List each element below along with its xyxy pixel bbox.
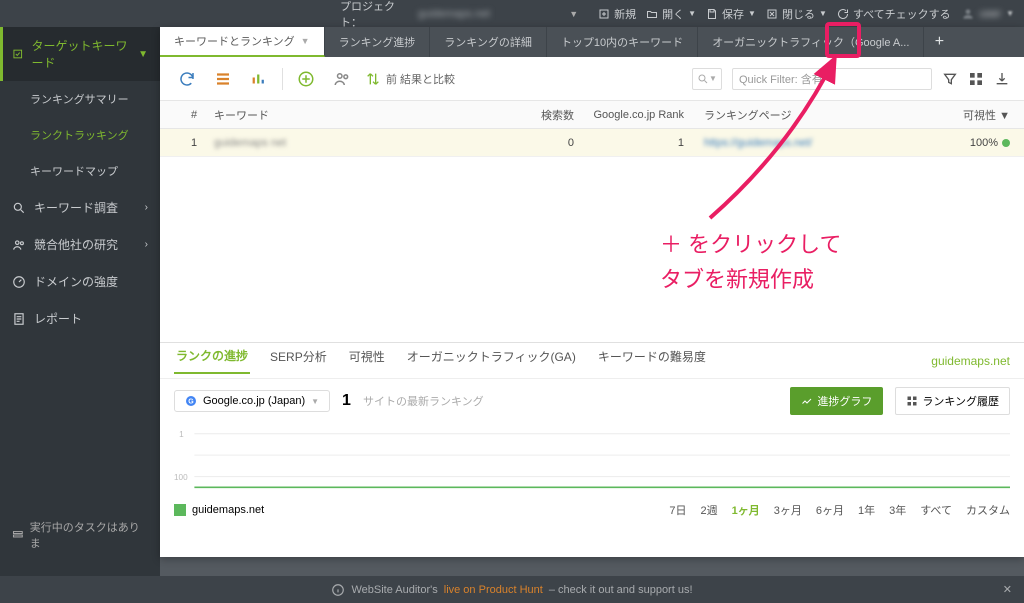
col-page[interactable]: ランキングページ bbox=[684, 107, 930, 123]
grid-icon[interactable] bbox=[968, 71, 984, 87]
project-label: プロジェクト： bbox=[340, 0, 408, 30]
promo-bar: WebSite Auditor's live on Product Hunt –… bbox=[0, 576, 1024, 603]
sidebar-keyword-research[interactable]: キーワード調査› bbox=[0, 189, 160, 226]
bottom-tabs: ランクの進捗 SERP分析 可視性 オーガニックトラフィック(GA) キーワード… bbox=[160, 343, 1024, 379]
btab-domain: guidemaps.net bbox=[931, 354, 1010, 368]
chart-button[interactable]: 進捗グラフ bbox=[790, 387, 883, 415]
btab-diff[interactable]: キーワードの難易度 bbox=[596, 348, 708, 373]
period-3m[interactable]: 3ヶ月 bbox=[774, 502, 802, 518]
gauge-icon bbox=[12, 275, 26, 289]
period-3y[interactable]: 3年 bbox=[889, 502, 906, 518]
people-icon bbox=[12, 238, 26, 252]
table-header: # キーワード 検索数 Google.co.jp Rank ランキングページ 可… bbox=[160, 101, 1024, 129]
search-icon bbox=[12, 201, 26, 215]
toolbar-row: 前 結果と比較 ▼ Quick Filter: 含有 bbox=[160, 57, 1024, 101]
svg-text:100: 100 bbox=[174, 472, 188, 482]
promo-close[interactable]: ✕ bbox=[1003, 583, 1012, 596]
open-button[interactable]: 開く▼ bbox=[646, 6, 696, 22]
project-select[interactable]: guidemaps.net bbox=[418, 6, 559, 22]
main-panel: キーワードとランキング▼ ランキング進捗 ランキングの詳細 トップ10内のキーワ… bbox=[160, 27, 1024, 557]
btab-serp[interactable]: SERP分析 bbox=[268, 348, 329, 373]
period-selector: 7日 2週 1ヶ月 3ヶ月 6ヶ月 1年 3年 すべて カスタム bbox=[669, 502, 1010, 518]
chart-area: 1 100 bbox=[174, 423, 1010, 498]
target-icon bbox=[12, 47, 24, 61]
info-icon bbox=[331, 583, 345, 597]
period-7d[interactable]: 7日 bbox=[669, 502, 686, 518]
download-icon[interactable] bbox=[994, 71, 1010, 87]
period-all[interactable]: すべて bbox=[920, 502, 952, 518]
legend-label: guidemaps.net bbox=[192, 504, 264, 516]
user-menu[interactable]: user▼ bbox=[961, 7, 1014, 21]
quick-filter-input[interactable]: Quick Filter: 含有 bbox=[732, 68, 932, 90]
tab-add-button[interactable]: + bbox=[924, 27, 954, 57]
period-1m[interactable]: 1ヶ月 bbox=[732, 502, 760, 518]
engine-select[interactable]: G Google.co.jp (Japan)▼ bbox=[174, 390, 330, 412]
top-toolbar: プロジェクト： guidemaps.net ▼ 新規 開く▼ 保存▼ 閉じる▼ … bbox=[0, 0, 1024, 27]
tab-ranking-detail[interactable]: ランキングの詳細 bbox=[430, 27, 547, 57]
search-button[interactable]: ▼ bbox=[692, 68, 722, 90]
history-button[interactable]: ランキング履歴 bbox=[895, 387, 1010, 415]
check-all-button[interactable]: すべてチェックする bbox=[837, 6, 951, 22]
filter-icon[interactable] bbox=[942, 71, 958, 87]
tab-organic-traffic[interactable]: オーガニックトラフィック（Google A... bbox=[698, 27, 924, 57]
rank-number: 1 bbox=[342, 392, 351, 410]
annotation-text: ＋ をクリックして タブを新規作成 bbox=[660, 227, 841, 297]
col-search[interactable]: 検索数 bbox=[484, 107, 574, 123]
col-num: # bbox=[174, 109, 214, 121]
compare-button[interactable]: 前 結果と比較 bbox=[365, 71, 455, 87]
refresh-button[interactable] bbox=[174, 66, 200, 92]
tasks-icon bbox=[12, 529, 24, 541]
close-button[interactable]: 閉じる▼ bbox=[766, 6, 827, 22]
sidebar: ターゲットキーワード▼ ランキングサマリー ランクトラッキング キーワードマップ… bbox=[0, 27, 160, 603]
legend-swatch bbox=[174, 504, 186, 516]
period-6m[interactable]: 6ヶ月 bbox=[816, 502, 844, 518]
svg-text:G: G bbox=[188, 399, 194, 406]
sidebar-tasks: 実行中のタスクはありま bbox=[0, 509, 160, 561]
period-2w[interactable]: 2週 bbox=[700, 502, 717, 518]
new-button[interactable]: 新規 bbox=[598, 6, 636, 22]
btab-vis[interactable]: 可視性 bbox=[347, 348, 387, 373]
col-keyword[interactable]: キーワード bbox=[214, 107, 484, 123]
promo-link[interactable]: live on Product Hunt bbox=[444, 584, 543, 596]
rank-label: サイトの最新ランキング bbox=[363, 393, 484, 409]
sidebar-report[interactable]: レポート bbox=[0, 300, 160, 337]
col-visibility[interactable]: 可視性 ▼ bbox=[930, 107, 1010, 123]
save-button[interactable]: 保存▼ bbox=[706, 6, 756, 22]
btab-ga[interactable]: オーガニックトラフィック(GA) bbox=[405, 348, 578, 373]
period-1y[interactable]: 1年 bbox=[858, 502, 875, 518]
compare-icon bbox=[365, 71, 381, 87]
sidebar-ranking-summary[interactable]: ランキングサマリー bbox=[0, 81, 160, 117]
sidebar-keyword-map[interactable]: キーワードマップ bbox=[0, 153, 160, 189]
sidebar-rank-tracking[interactable]: ランクトラッキング bbox=[0, 117, 160, 153]
users-button[interactable] bbox=[329, 66, 355, 92]
tab-ranking-progress[interactable]: ランキング進捗 bbox=[325, 27, 431, 57]
sidebar-target-keyword[interactable]: ターゲットキーワード▼ bbox=[0, 27, 160, 81]
doc-icon bbox=[12, 312, 26, 326]
col-rank[interactable]: Google.co.jp Rank bbox=[574, 109, 684, 121]
google-icon: G bbox=[185, 395, 197, 407]
period-custom[interactable]: カスタム bbox=[966, 502, 1010, 518]
table-row[interactable]: 1 guidemaps net 0 1 https://guidemaps.ne… bbox=[160, 129, 1024, 157]
chart-view-button[interactable] bbox=[246, 66, 272, 92]
sidebar-competitor[interactable]: 競合他社の研究› bbox=[0, 226, 160, 263]
svg-text:1: 1 bbox=[179, 429, 184, 439]
add-button[interactable] bbox=[293, 66, 319, 92]
tab-top10[interactable]: トップ10内のキーワード bbox=[547, 27, 698, 57]
list-view-button[interactable] bbox=[210, 66, 236, 92]
tab-bar: キーワードとランキング▼ ランキング進捗 ランキングの詳細 トップ10内のキーワ… bbox=[160, 27, 1024, 57]
bottom-panel: ランクの進捗 SERP分析 可視性 オーガニックトラフィック(GA) キーワード… bbox=[160, 342, 1024, 557]
sidebar-domain-strength[interactable]: ドメインの強度 bbox=[0, 263, 160, 300]
btab-rank[interactable]: ランクの進捗 bbox=[174, 347, 250, 374]
tab-keywords-ranking[interactable]: キーワードとランキング▼ bbox=[160, 27, 325, 57]
